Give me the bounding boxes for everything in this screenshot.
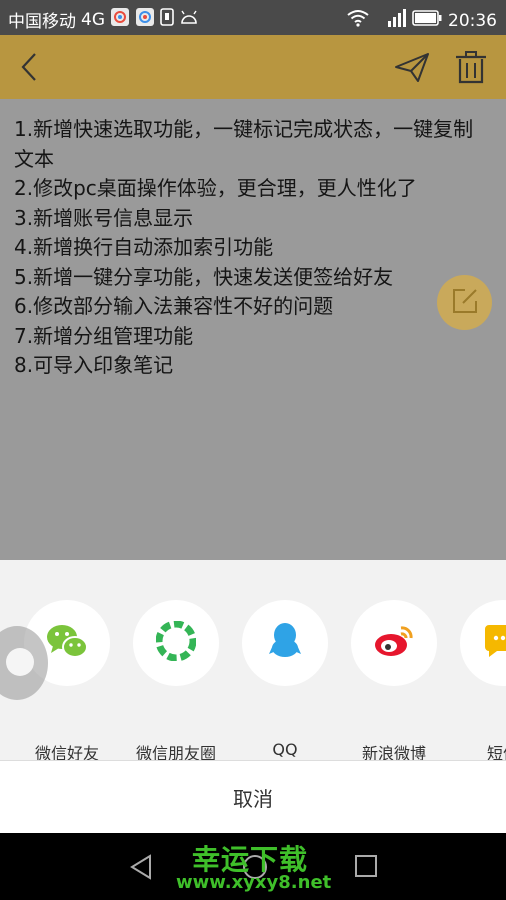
- app-icon-2: [135, 7, 155, 32]
- weibo-icon: [373, 623, 415, 663]
- trash-icon[interactable]: [454, 49, 488, 85]
- share-sms[interactable]: 短信: [453, 600, 506, 760]
- network-type: 4G: [81, 9, 105, 30]
- battery-icon: [412, 10, 442, 31]
- note-line: 4.新增换行自动添加索引功能: [14, 235, 274, 259]
- signal-icon: [376, 7, 406, 34]
- share-weibo[interactable]: 新浪微博: [344, 600, 444, 760]
- nav-back-icon[interactable]: [128, 853, 154, 881]
- share-wechat-moments[interactable]: 微信朋友圈: [126, 600, 226, 760]
- chevron-left-icon[interactable]: [14, 51, 46, 83]
- share-label: 短信: [486, 744, 506, 760]
- note-line: 7.新增分组管理功能: [14, 323, 194, 348]
- note-line: 1.新增快速选取功能，一键标记完成状态，一键复制文本: [14, 117, 474, 171]
- wechat-icon: [45, 622, 89, 664]
- carrier-name: 中国移动: [8, 12, 76, 32]
- note-line: 3.新增账号信息显示: [14, 205, 194, 230]
- edit-icon: [451, 287, 479, 319]
- status-right: 20:36: [346, 7, 497, 34]
- edit-button[interactable]: [437, 275, 492, 330]
- share-icon-bg: [242, 600, 328, 686]
- watermark-url: www.xyxy8.net: [176, 872, 332, 893]
- assist-ball-icon: [6, 648, 34, 676]
- note-line: 2.修改pc桌面操作体验，更合理，更人性化了: [14, 176, 417, 200]
- status-left: 中国移动 4G: [8, 7, 199, 32]
- sms-icon: [483, 623, 506, 663]
- paper-plane-icon[interactable]: [394, 51, 430, 83]
- moments-icon: [155, 620, 197, 665]
- share-icon-bg: [460, 600, 506, 686]
- qq-icon: [268, 621, 302, 665]
- share-label: 微信朋友圈: [135, 744, 216, 760]
- note-line: 8.可导入印象笔记: [14, 353, 174, 377]
- share-label: 微信好友: [34, 744, 99, 760]
- note-lines: 1.新增快速选取功能，一键标记完成状态，一键复制文本 2.修改pc桌面操作体验，…: [14, 115, 484, 381]
- note-line: 5.新增一键分享功能，快速发送便签给好友: [14, 264, 394, 289]
- note-line: 6.修改部分输入法兼容性不好的问题: [14, 294, 334, 318]
- share-icon-bg: [351, 600, 437, 686]
- share-sheet: 微信好友 微信朋友圈 QQ 新浪微博 短信: [0, 560, 506, 760]
- share-label: QQ: [272, 740, 298, 759]
- android-icon: [179, 9, 199, 30]
- cancel-button[interactable]: 取消: [0, 761, 506, 833]
- sim-icon: [160, 8, 174, 31]
- status-bar: 中国移动 4G 20:36: [0, 0, 506, 35]
- wifi-icon: [346, 9, 370, 32]
- nav-recent-icon[interactable]: [354, 854, 378, 878]
- note-content: 1.新增快速选取功能，一键标记完成状态，一键复制文本 2.修改pc桌面操作体验，…: [0, 99, 506, 560]
- app-icon-1: [110, 7, 130, 32]
- share-label: 新浪微博: [361, 744, 426, 760]
- share-qq[interactable]: QQ: [235, 600, 335, 759]
- share-icon-bg: [133, 600, 219, 686]
- clock: 20:36: [448, 10, 497, 31]
- toolbar: [0, 35, 506, 99]
